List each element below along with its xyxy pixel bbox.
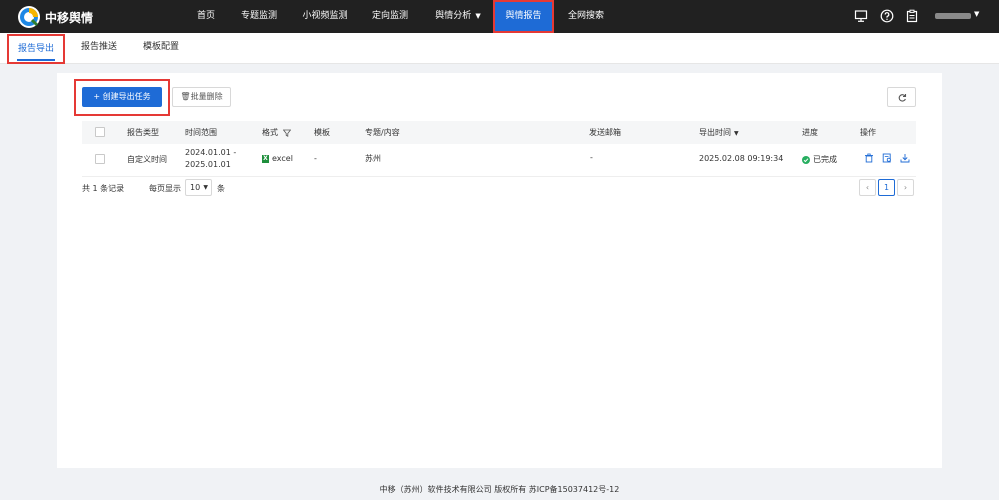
user-menu-caret-icon[interactable]: ▼ bbox=[974, 10, 979, 18]
format-value: excel bbox=[272, 154, 293, 163]
next-page-button[interactable]: › bbox=[897, 179, 914, 196]
table-header: 报告类型 时间范围 格式 模板 专题/内容 发送邮箱 导出时间 ▼ 进度 操作 bbox=[82, 121, 916, 144]
column-header-template: 模板 bbox=[314, 128, 330, 137]
row-checkbox[interactable] bbox=[95, 154, 105, 164]
cell-email: - bbox=[590, 153, 593, 162]
active-tab-underline bbox=[17, 59, 56, 61]
nav-item-short-video-monitor[interactable]: 小视频监测 bbox=[301, 0, 349, 33]
app-title: 中移舆情 bbox=[45, 10, 94, 25]
total-records: 共 1 条记录 bbox=[82, 184, 125, 193]
column-header-report-type: 报告类型 bbox=[127, 128, 159, 137]
download-icon[interactable] bbox=[900, 153, 910, 163]
batch-delete-button[interactable]: 🗑批量删除 bbox=[172, 87, 231, 107]
clipboard-icon[interactable] bbox=[905, 9, 919, 23]
trash-icon: 🗑 bbox=[180, 92, 191, 101]
caret-down-icon: ▼ bbox=[203, 184, 208, 191]
column-header-time-range: 时间范围 bbox=[185, 128, 217, 137]
cell-export-time: 2025.02.08 09:19:34 bbox=[699, 154, 784, 163]
column-header-topic: 专题/内容 bbox=[365, 128, 400, 137]
row-divider bbox=[82, 176, 916, 177]
excel-icon: X bbox=[262, 154, 269, 163]
sort-desc-icon[interactable]: ▼ bbox=[734, 130, 739, 137]
progress-status: 已完成 bbox=[813, 155, 837, 164]
cell-range-start: 2024.01.01 - bbox=[185, 148, 237, 157]
nav-item-targeted-monitor[interactable]: 定向监测 bbox=[371, 0, 409, 33]
nav-item-home[interactable]: 首页 bbox=[196, 0, 216, 33]
nav-item-topic-monitor[interactable]: 专题监测 bbox=[240, 0, 278, 33]
page-size-value: 10 bbox=[190, 183, 201, 192]
tab-report-export[interactable]: 报告导出 bbox=[7, 34, 66, 64]
select-all-checkbox[interactable] bbox=[95, 127, 105, 137]
column-header-format[interactable]: 格式 bbox=[262, 121, 291, 144]
filter-icon[interactable] bbox=[282, 129, 291, 137]
sub-navigation: 报告导出 报告推送 模板配置 bbox=[0, 33, 999, 64]
delete-icon[interactable] bbox=[864, 153, 874, 163]
footer-copyright: 中移（苏州）软件技术有限公司 版权所有 苏ICP备15037412号-12 bbox=[379, 485, 620, 494]
monitor-icon[interactable] bbox=[854, 9, 868, 23]
cell-topic: 苏州 bbox=[365, 154, 381, 163]
nav-item-web-search[interactable]: 全网搜索 bbox=[567, 0, 605, 33]
app-logo[interactable]: 中移舆情 bbox=[18, 6, 93, 28]
page-size-select[interactable]: 10 ▼ bbox=[185, 179, 212, 196]
refresh-icon bbox=[898, 94, 907, 102]
page-1-button[interactable]: 1 bbox=[878, 179, 895, 196]
prev-page-button[interactable]: ‹ bbox=[859, 179, 876, 196]
column-header-progress: 进度 bbox=[802, 128, 818, 137]
refresh-button[interactable] bbox=[887, 87, 916, 107]
create-export-task-button[interactable]: + 创建导出任务 bbox=[82, 87, 162, 107]
preview-icon[interactable] bbox=[882, 153, 892, 163]
cell-progress: 已完成 bbox=[802, 154, 837, 165]
nav-item-sentiment-report[interactable]: 舆情报告 bbox=[493, 0, 554, 33]
nav-item-label: 舆情分析 bbox=[435, 11, 472, 21]
cell-report-type: 自定义时间 bbox=[127, 155, 167, 164]
tab-template-config[interactable]: 模板配置 bbox=[143, 33, 179, 64]
tab-label: 报告导出 bbox=[18, 44, 55, 54]
user-name-blurred[interactable] bbox=[935, 13, 971, 19]
cell-format: Xexcel bbox=[262, 154, 293, 163]
tab-report-push[interactable]: 报告推送 bbox=[81, 33, 117, 64]
check-circle-icon bbox=[802, 155, 810, 164]
per-page-label: 每页显示 bbox=[149, 184, 181, 193]
batch-delete-label: 批量删除 bbox=[190, 92, 223, 101]
export-time-header-label: 导出时间 bbox=[699, 128, 731, 137]
column-header-export-time[interactable]: 导出时间 ▼ bbox=[699, 121, 739, 144]
cell-template: - bbox=[314, 154, 317, 163]
logo-icon bbox=[18, 6, 40, 28]
per-page-unit: 条 bbox=[217, 184, 225, 193]
format-header-label: 格式 bbox=[262, 128, 278, 137]
column-header-actions: 操作 bbox=[860, 128, 876, 137]
column-header-email: 发送邮箱 bbox=[589, 128, 621, 137]
top-navigation-bar: 中移舆情 首页 专题监测 小视频监测 定向监测 舆情分析 ▼ 舆情报告 全网搜索 … bbox=[0, 0, 999, 33]
cell-range-end: 2025.01.01 bbox=[185, 160, 231, 169]
nav-item-sentiment-analysis[interactable]: 舆情分析 ▼ bbox=[433, 0, 483, 33]
caret-down-icon: ▼ bbox=[475, 12, 481, 20]
help-icon[interactable] bbox=[880, 9, 894, 23]
